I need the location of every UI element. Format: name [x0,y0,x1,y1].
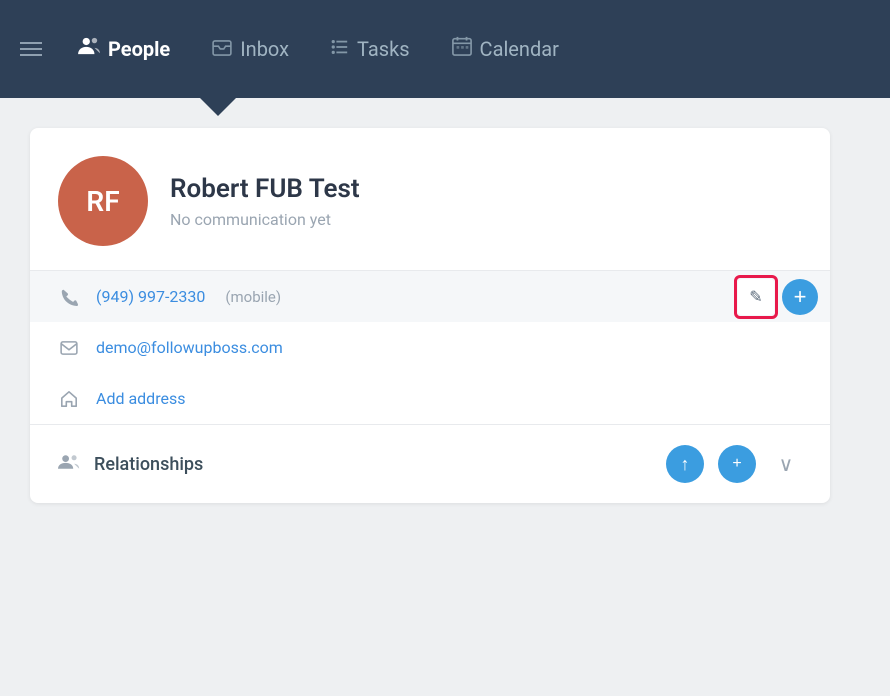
email-icon [58,341,80,355]
contact-card: RF Robert FUB Test No communication yet … [30,128,830,503]
phone-row-actions: ✎ + [734,275,818,319]
edit-btn-highlight: ✎ [734,275,778,319]
main-content: RF Robert FUB Test No communication yet … [0,98,890,503]
contact-details: (949) 997-2330 (mobile) ✎ + [30,271,830,425]
phone-row: (949) 997-2330 (mobile) ✎ + [30,271,830,322]
inbox-nav-label: Inbox [240,37,289,61]
chevron-down-icon: ∨ [779,452,794,477]
relationships-section: Relationships ↑ + ∨ [30,425,830,503]
phone-number[interactable]: (949) 997-2330 [96,287,205,306]
relationships-icon [58,452,80,476]
relationship-link-button[interactable]: ↑ [666,445,704,483]
home-icon [58,390,80,408]
add-relationship-button[interactable]: + [718,445,756,483]
top-navigation: People Inbox Tasks [0,0,890,98]
email-row: demo@followupboss.com [30,322,830,373]
phone-icon [58,288,80,306]
relationship-link-icon: ↑ [681,454,690,475]
nav-item-inbox[interactable]: Inbox [196,29,305,70]
nav-item-people[interactable]: People [62,28,186,70]
nav-item-tasks[interactable]: Tasks [315,29,426,70]
people-nav-label: People [108,37,170,61]
tasks-nav-icon [331,37,349,62]
plus-icon: + [794,284,807,310]
add-address-link[interactable]: Add address [96,389,185,408]
tasks-nav-label: Tasks [357,37,410,61]
email-address[interactable]: demo@followupboss.com [96,338,283,357]
pencil-icon: ✎ [749,287,762,307]
phone-type: (mobile) [225,288,281,306]
calendar-nav-icon [452,36,472,62]
calendar-nav-label: Calendar [480,37,559,61]
add-relationship-icon: + [732,455,741,473]
contact-name: Robert FUB Test [170,174,360,204]
profile-info: Robert FUB Test No communication yet [170,174,360,229]
nav-active-arrow [200,98,236,116]
edit-phone-button[interactable]: ✎ [738,279,774,315]
profile-section: RF Robert FUB Test No communication yet [30,128,830,271]
address-row: Add address [30,373,830,424]
avatar: RF [58,156,148,246]
nav-item-calendar[interactable]: Calendar [436,28,575,70]
avatar-initials: RF [86,185,119,218]
add-phone-button[interactable]: + [782,279,818,315]
relationships-collapse-button[interactable]: ∨ [770,448,802,480]
hamburger-menu[interactable] [20,42,42,56]
people-nav-icon [78,36,100,62]
relationships-label: Relationships [94,454,652,475]
contact-status: No communication yet [170,210,360,229]
inbox-nav-icon [212,37,232,62]
